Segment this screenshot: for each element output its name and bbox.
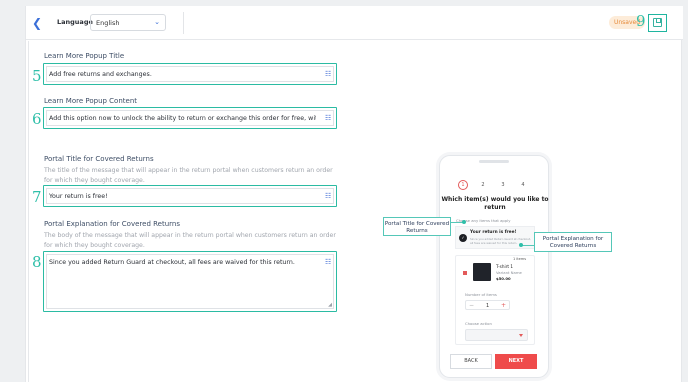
translate-icon[interactable]: ☷ bbox=[325, 192, 333, 200]
callout-portal-title: Portal Title for Covered Returns bbox=[383, 217, 451, 236]
action-label: Choose action bbox=[465, 321, 492, 326]
learn-more-content-input[interactable]: Add this option now to unlock the abilit… bbox=[43, 107, 337, 129]
step-4: 4 bbox=[521, 182, 525, 188]
phone-notch bbox=[479, 160, 509, 163]
divider bbox=[183, 12, 184, 34]
item-checkbox[interactable] bbox=[463, 271, 467, 275]
field-description: The title of the message that will appea… bbox=[44, 167, 333, 184]
item-card: 1 items T-shirt 1 Variant Name $50.00 Nu… bbox=[455, 255, 535, 345]
input-value: Since you added Return Guard at checkout… bbox=[49, 259, 295, 266]
action-select[interactable] bbox=[465, 329, 528, 341]
input-value: Add free returns and exchanges. bbox=[49, 71, 152, 78]
field-title-portal-title: Portal Title for Covered Returns bbox=[44, 155, 154, 163]
step-2: 2 bbox=[481, 182, 485, 188]
step-marker-5: 5 bbox=[32, 67, 42, 85]
divider bbox=[28, 41, 29, 382]
step-marker-8: 8 bbox=[32, 253, 42, 271]
save-button[interactable] bbox=[648, 14, 667, 32]
next-button[interactable]: NEXT bbox=[495, 354, 537, 369]
callout-portal-explanation: Portal Explanation for Covered Returns bbox=[534, 232, 612, 252]
chevron-left-icon[interactable]: ❮ bbox=[30, 16, 44, 30]
back-button[interactable]: BACK bbox=[450, 354, 492, 369]
quantity-stepper[interactable]: − 1 + bbox=[465, 300, 510, 310]
input-value: Your return is free! bbox=[49, 193, 108, 200]
language-select[interactable]: English ⌄ bbox=[90, 14, 166, 31]
chevron-down-icon: ⌄ bbox=[154, 18, 160, 26]
field-title-portal-explanation: Portal Explanation for Covered Returns bbox=[44, 220, 180, 228]
resize-handle-icon[interactable]: ◢ bbox=[328, 302, 332, 308]
shield-icon: ✓ bbox=[459, 234, 467, 242]
translate-icon[interactable]: ☷ bbox=[325, 70, 333, 78]
field-title-learn-more-content: Learn More Popup Content bbox=[44, 97, 138, 105]
portal-preview-phone: 1 2 3 4 Which item(s) would you like to … bbox=[439, 155, 549, 378]
field-description: The body of the message that will appear… bbox=[44, 232, 336, 249]
translate-icon[interactable]: ☷ bbox=[325, 114, 333, 122]
callout-connector bbox=[522, 245, 534, 246]
item-name: T-shirt 1 bbox=[496, 264, 514, 269]
step-3: 3 bbox=[501, 182, 505, 188]
item-variant: Variant Name bbox=[496, 270, 522, 275]
preview-title: Which item(s) would you like to return bbox=[441, 196, 549, 211]
qty-label: Number of items bbox=[465, 292, 497, 297]
settings-panel: ❮ Language English ⌄ Unsaved 9 Learn Mor… bbox=[25, 6, 683, 382]
preview-footer: BACK NEXT bbox=[450, 354, 540, 370]
learn-more-title-input[interactable]: Add free returns and exchanges. ☷ bbox=[43, 63, 337, 85]
translate-icon[interactable]: ☷ bbox=[325, 258, 333, 266]
step-marker-6: 6 bbox=[32, 110, 42, 128]
language-label: Language bbox=[57, 18, 93, 26]
qty-value: 1 bbox=[486, 303, 490, 309]
plus-icon[interactable]: + bbox=[501, 301, 506, 311]
portal-title-input[interactable]: Your return is free! ☷ bbox=[43, 185, 337, 207]
step-marker-9: 9 bbox=[636, 12, 646, 30]
callout-dot bbox=[519, 243, 523, 247]
top-bar: ❮ Language English ⌄ Unsaved 9 bbox=[26, 6, 683, 40]
product-thumbnail bbox=[473, 263, 491, 281]
item-price: $50.00 bbox=[496, 276, 511, 281]
field-title-learn-more-title: Learn More Popup Title bbox=[44, 52, 125, 60]
step-indicator: 1 2 3 4 bbox=[458, 180, 533, 190]
minus-icon[interactable]: − bbox=[469, 301, 474, 311]
input-value: Add this option now to unlock the abilit… bbox=[49, 115, 316, 122]
step-marker-7: 7 bbox=[32, 188, 42, 206]
items-badge: 1 items bbox=[513, 257, 527, 261]
language-value: English bbox=[96, 19, 120, 27]
banner-title: Your return is free! bbox=[470, 230, 517, 235]
save-icon bbox=[653, 18, 662, 27]
callout-dot bbox=[462, 220, 466, 224]
step-1: 1 bbox=[458, 180, 468, 190]
portal-explanation-textarea[interactable]: Since you added Return Guard at checkout… bbox=[43, 251, 337, 312]
